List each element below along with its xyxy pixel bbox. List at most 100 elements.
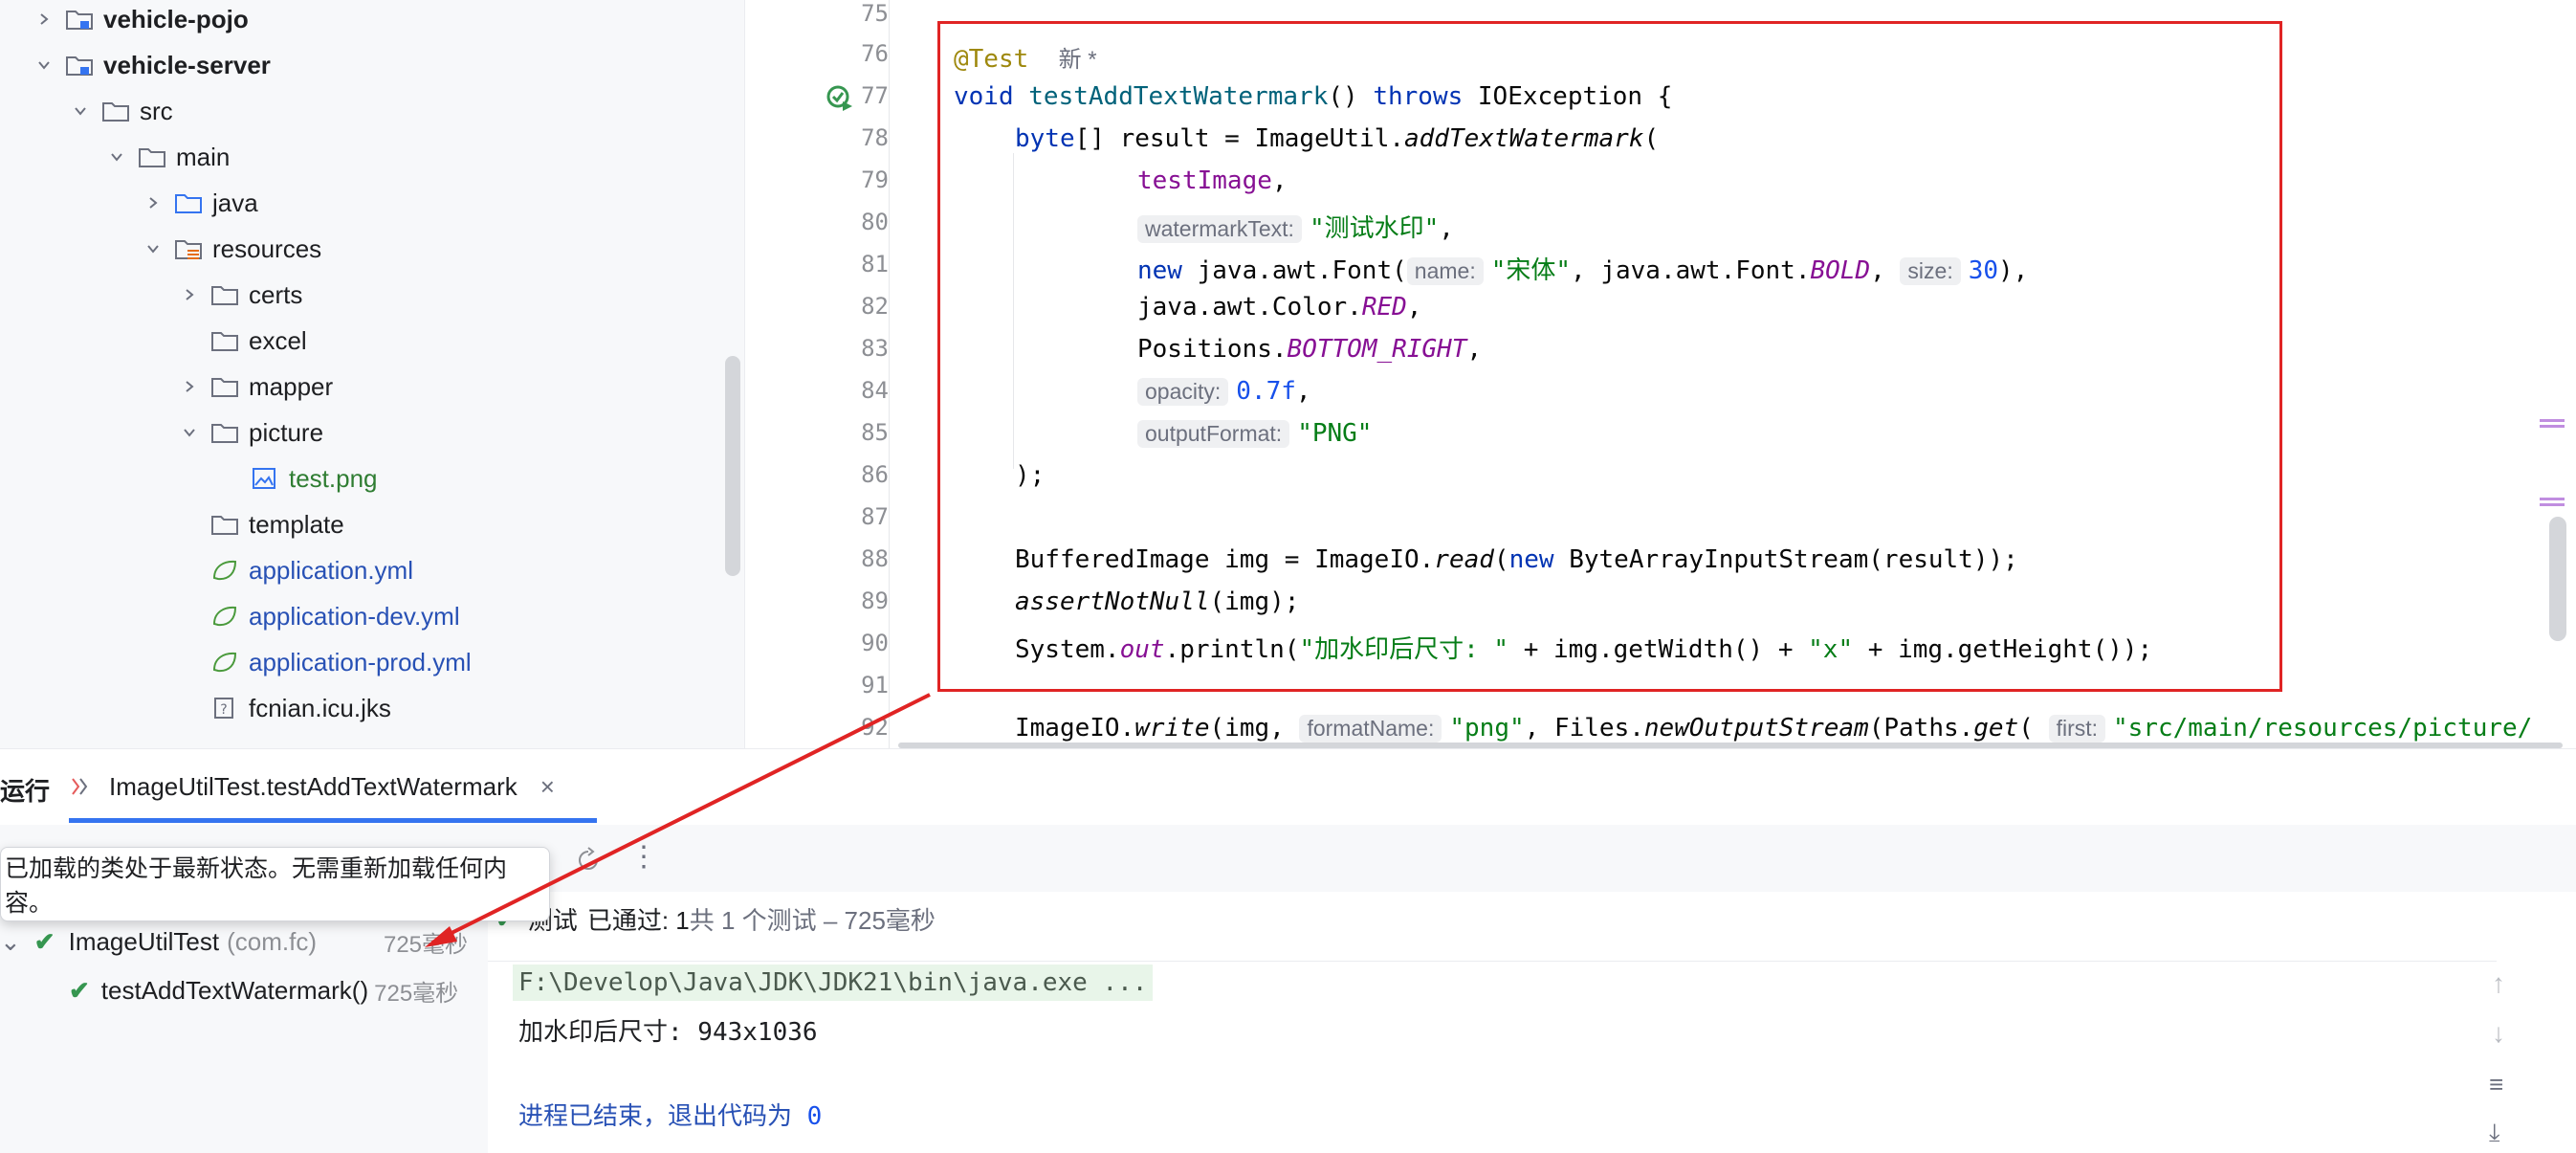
tree-item-application-dev-yml[interactable]: application-dev.yml [210,597,460,635]
tree-item-label: application-dev.yml [249,601,460,631]
test-config-icon [72,778,88,795]
chevron-right-icon[interactable] [178,283,201,306]
tree-item-label: application-prod.yml [249,647,472,676]
chevron-down-icon[interactable] [178,421,201,444]
scroll-down-icon[interactable]: ↓ [2492,1018,2505,1049]
chevron-down-icon[interactable] [105,145,128,168]
tree-item-label: vehicle-pojo [103,4,249,33]
line-number: 78 [861,124,889,151]
line-number: 81 [861,251,889,277]
tree-item-label: fcnian.icu.jks [249,693,391,722]
line-number: 84 [861,377,889,404]
test-case-label: testAddTextWatermark() [100,975,369,1005]
line-number: 92 [861,714,889,741]
run-tool-window-header: 运行 ImageUtilTest.testAddTextWatermark × [0,748,2576,826]
tree-item-label: vehicle-server [103,50,271,79]
scroll-to-end-icon[interactable]: ⤓ [2489,1118,2500,1148]
test-suite-label: ImageUtilTest [68,926,220,956]
tooltip-text: 已加载的类处于最新状态。无需重新加载任何内容。 [5,855,508,917]
console-exit-line: 进程已结束，退出代码为 0 [518,1102,823,1131]
tree-item-label: mapper [249,371,334,401]
highlight-box [937,21,2282,692]
status-detail: 共 1 个测试 – 725毫秒 [689,905,936,935]
pass-check-icon: ✔ [33,926,55,956]
change-marker [2540,419,2565,422]
chevron-right-icon[interactable] [33,8,55,31]
chevron-down-icon[interactable]: ⌄ [0,927,21,957]
test-suite-package: (com.fc) [227,926,317,956]
test-suite-row[interactable]: ⌄ ✔ ImageUtilTest (com.fc) 725毫秒 [0,922,468,961]
rerun-icon[interactable] [574,846,603,875]
soft-wrap-icon[interactable]: ≡ [2489,1070,2503,1099]
test-status-line: ✔ 测试 已通过: 1 共 1 个测试 – 725毫秒 [495,899,936,938]
chevron-down-icon[interactable] [69,100,92,122]
more-options-icon[interactable]: ⋮ [629,840,658,874]
folder-icon [211,286,238,305]
change-marker [2540,503,2565,506]
editor-scrollbar[interactable] [2549,517,2566,641]
tree-item-application-yml[interactable]: application.yml [210,551,413,589]
module-folder-icon [66,11,93,30]
tab-label: ImageUtilTest.testAddTextWatermark [109,771,517,801]
change-marker [2540,498,2565,500]
test-suite-time: 725毫秒 [383,931,469,958]
line-number-gutter: 75 76 77 78 79 80 81 82 83 84 85 86 87 8… [745,0,889,748]
pass-check-icon: ✔ [69,975,90,1005]
tree-item-certs[interactable]: certs [178,276,302,314]
unknown-file-icon: ? [214,698,233,719]
run-test-icon[interactable] [826,84,854,113]
console-output[interactable]: ✔ 测试 已通过: 1 共 1 个测试 – 725毫秒 F:\Develop\J… [488,892,2576,1153]
run-panel-title: 运行 [0,777,51,806]
tree-item-fcnian-icu-jks[interactable]: ? fcnian.icu.jks [210,689,391,727]
tree-item-vehicle-pojo[interactable]: vehicle-pojo [33,0,249,38]
console-command-line: F:\Develop\Java\JDK\JDK21\bin\java.exe .… [513,965,1154,1001]
tree-scrollbar[interactable] [725,356,740,576]
line-number: 80 [861,209,889,235]
chevron-down-icon[interactable] [142,237,165,260]
tree-item-src[interactable]: src [69,92,173,130]
active-tab-indicator [69,818,597,823]
folder-icon [102,102,129,122]
test-case-row[interactable]: ✔ testAddTextWatermark() 725毫秒 [69,971,458,1009]
source-folder-icon [175,194,202,213]
code-line-92: ImageIO.write(img, formatName: "png", Fil… [1015,714,2533,743]
chevron-right-icon[interactable] [178,375,201,398]
folder-icon [211,332,238,351]
tree-item-excel[interactable]: excel [210,322,307,360]
tree-item-mapper[interactable]: mapper [178,367,333,406]
tree-item-label: excel [249,325,307,355]
tree-item-resources[interactable]: resources [142,230,321,268]
chevron-down-icon[interactable] [33,54,55,77]
test-results-tree: ⌄ ✔ ImageUtilTest (com.fc) 725毫秒 ✔ testA… [0,892,489,1153]
tree-item-java[interactable]: java [142,184,258,222]
tab-run-config[interactable]: ImageUtilTest.testAddTextWatermark × [69,757,597,816]
spring-config-icon [212,560,237,581]
tree-item-application-prod-yml[interactable]: application-prod.yml [210,643,472,681]
resources-folder-icon [175,240,202,259]
line-number: 75 [861,0,889,27]
status-passed: 已通过: 1 [586,905,690,935]
line-number: 85 [861,419,889,446]
tree-item-label: java [212,188,258,217]
tree-item-test-png[interactable]: test.png [251,459,378,498]
tree-item-label: resources [212,233,322,263]
tree-item-label: src [140,96,173,125]
project-tree: vehicle-pojo vehicle-server src main jav… [0,0,744,748]
tree-item-picture[interactable]: picture [178,413,323,452]
tree-item-vehicle-server[interactable]: vehicle-server [33,46,271,84]
line-number: 76 [861,40,889,67]
folder-icon [211,378,238,397]
chevron-right-icon[interactable] [142,191,165,214]
spring-config-icon [212,606,237,627]
tree-item-label: certs [249,279,303,309]
folder-icon [211,424,238,443]
spring-config-icon [212,652,237,673]
line-number: 91 [861,672,889,698]
line-number: 90 [861,630,889,656]
tree-item-main[interactable]: main [105,138,230,176]
line-number: 87 [861,503,889,530]
tree-item-template[interactable]: template [210,505,344,543]
image-file-icon [253,468,275,489]
scroll-up-icon[interactable]: ↑ [2492,968,2505,999]
close-icon[interactable]: × [540,772,555,802]
